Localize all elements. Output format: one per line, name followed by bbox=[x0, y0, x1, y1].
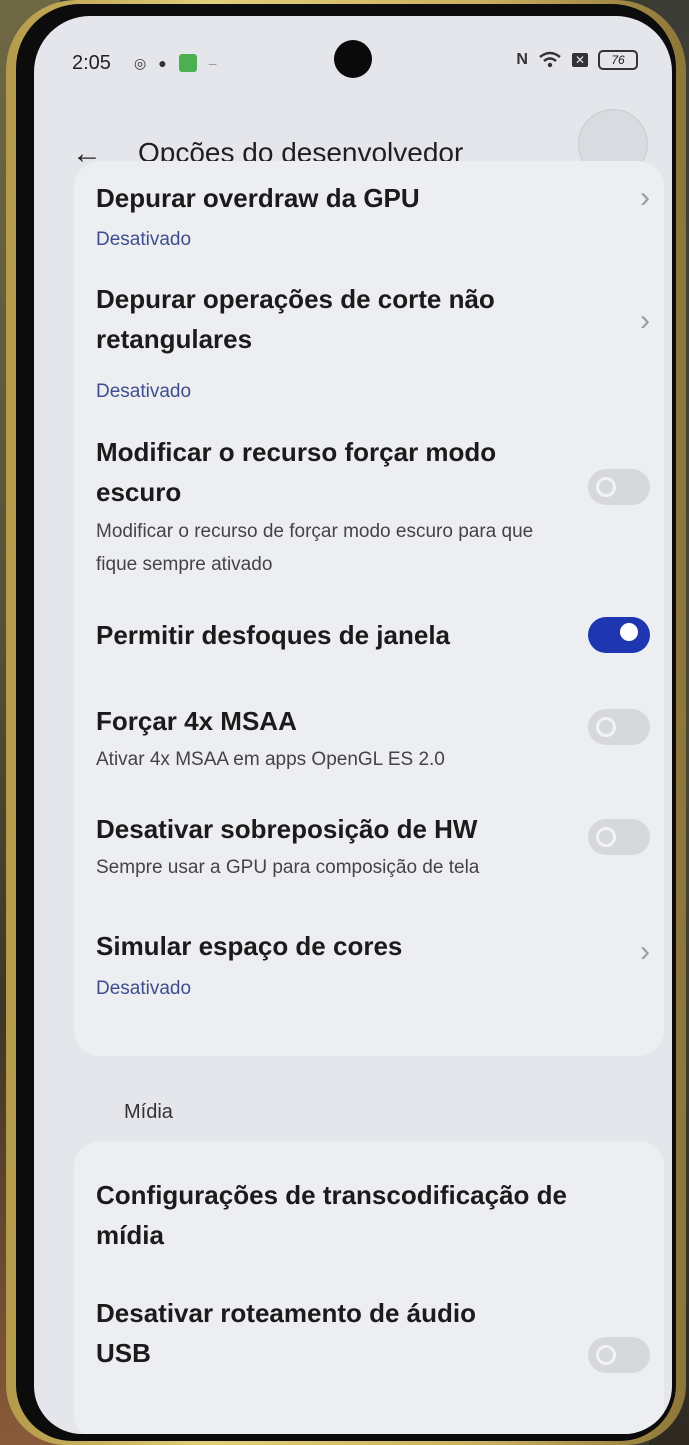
status-time: 2:05 bbox=[72, 52, 111, 74]
setting-force-msaa[interactable]: Forçar 4x MSAA Ativar 4x MSAA em apps Op… bbox=[74, 701, 664, 781]
setting-description: Modificar o recurso de forçar modo escur… bbox=[96, 521, 534, 575]
msaa-toggle[interactable] bbox=[588, 709, 650, 745]
status-bar: 2:05 ◎ ● – N ✕ 76 bbox=[34, 16, 672, 96]
notification-dot-icon: ● bbox=[158, 55, 167, 71]
toggle-knob bbox=[596, 827, 616, 847]
setting-title: Forçar 4x MSAA bbox=[96, 706, 297, 736]
battery-icon: 76 bbox=[598, 50, 638, 70]
media-card: Configurações de transcodificação de míd… bbox=[74, 1141, 664, 1434]
toggle-knob bbox=[596, 1345, 616, 1365]
settings-content: Depurar overdraw da GPU Desativado › Dep… bbox=[34, 161, 672, 1434]
dash-icon: – bbox=[208, 55, 217, 71]
setting-title: Permitir desfoques de janela bbox=[96, 620, 451, 650]
usb-audio-toggle[interactable] bbox=[588, 1337, 650, 1373]
setting-disable-hw-overlay[interactable]: Desativar sobreposição de HW Sempre usar… bbox=[74, 809, 664, 889]
app-badge-icon bbox=[178, 54, 197, 72]
nfc-icon: N bbox=[516, 51, 528, 68]
setting-title: Desativar roteamento de áudio USB bbox=[96, 1298, 476, 1368]
whatsapp-icon: ◎ bbox=[134, 54, 147, 71]
phone-bezel: 2:05 ◎ ● – N ✕ 76 ← Opções do desenvolve… bbox=[16, 4, 676, 1441]
setting-media-transcoding[interactable]: Configurações de transcodificação de míd… bbox=[74, 1171, 664, 1271]
setting-status: Desativado bbox=[96, 381, 192, 402]
toggle-knob bbox=[596, 717, 616, 737]
hw-overlay-toggle[interactable] bbox=[588, 819, 650, 855]
setting-window-blur[interactable]: Permitir desfoques de janela bbox=[74, 606, 664, 666]
setting-title: Configurações de transcodificação de míd… bbox=[96, 1180, 568, 1250]
settings-card: Depurar overdraw da GPU Desativado › Dep… bbox=[74, 161, 664, 1056]
chevron-right-icon: › bbox=[640, 935, 650, 968]
setting-title: Depurar overdraw da GPU bbox=[96, 183, 420, 213]
toggle-knob bbox=[620, 623, 638, 641]
status-icons-right: N ✕ 76 bbox=[516, 50, 638, 70]
setting-force-dark[interactable]: Modificar o recurso forçar modo escuro M… bbox=[74, 426, 664, 576]
chevron-right-icon: › bbox=[640, 304, 650, 337]
setting-title: Desativar sobreposição de HW bbox=[96, 814, 478, 844]
force-dark-toggle[interactable] bbox=[588, 469, 650, 505]
setting-description: Sempre usar a GPU para composição de tel… bbox=[96, 857, 480, 878]
setting-status: Desativado bbox=[96, 229, 192, 250]
wifi-icon bbox=[539, 51, 561, 68]
close-box-icon: ✕ bbox=[571, 53, 588, 67]
setting-description: Ativar 4x MSAA em apps OpenGL ES 2.0 bbox=[96, 749, 445, 770]
setting-disable-usb-audio[interactable]: Desativar roteamento de áudio USB bbox=[74, 1289, 664, 1389]
toggle-knob bbox=[596, 477, 616, 497]
phone-screen: 2:05 ◎ ● – N ✕ 76 ← Opções do desenvolve… bbox=[34, 16, 672, 1434]
window-blur-toggle[interactable] bbox=[588, 617, 650, 653]
setting-title: Simular espaço de cores bbox=[96, 931, 403, 961]
setting-status: Desativado bbox=[96, 978, 192, 999]
status-icons-left: ◎ ● – bbox=[134, 54, 216, 72]
section-label-media: Mídia bbox=[124, 1101, 173, 1123]
setting-simulate-color-space[interactable]: Simular espaço de cores Desativado › bbox=[74, 921, 664, 1021]
setting-non-rect-clip[interactable]: Depurar operações de corte não retangula… bbox=[74, 271, 664, 402]
setting-title: Depurar operações de corte não retangula… bbox=[96, 284, 495, 354]
setting-gpu-overdraw[interactable]: Depurar overdraw da GPU Desativado › bbox=[74, 161, 664, 256]
chevron-right-icon: › bbox=[640, 181, 650, 214]
setting-title: Modificar o recurso forçar modo escuro bbox=[96, 437, 497, 507]
phone-frame: 2:05 ◎ ● – N ✕ 76 ← Opções do desenvolve… bbox=[6, 0, 686, 1445]
front-camera bbox=[334, 40, 372, 78]
